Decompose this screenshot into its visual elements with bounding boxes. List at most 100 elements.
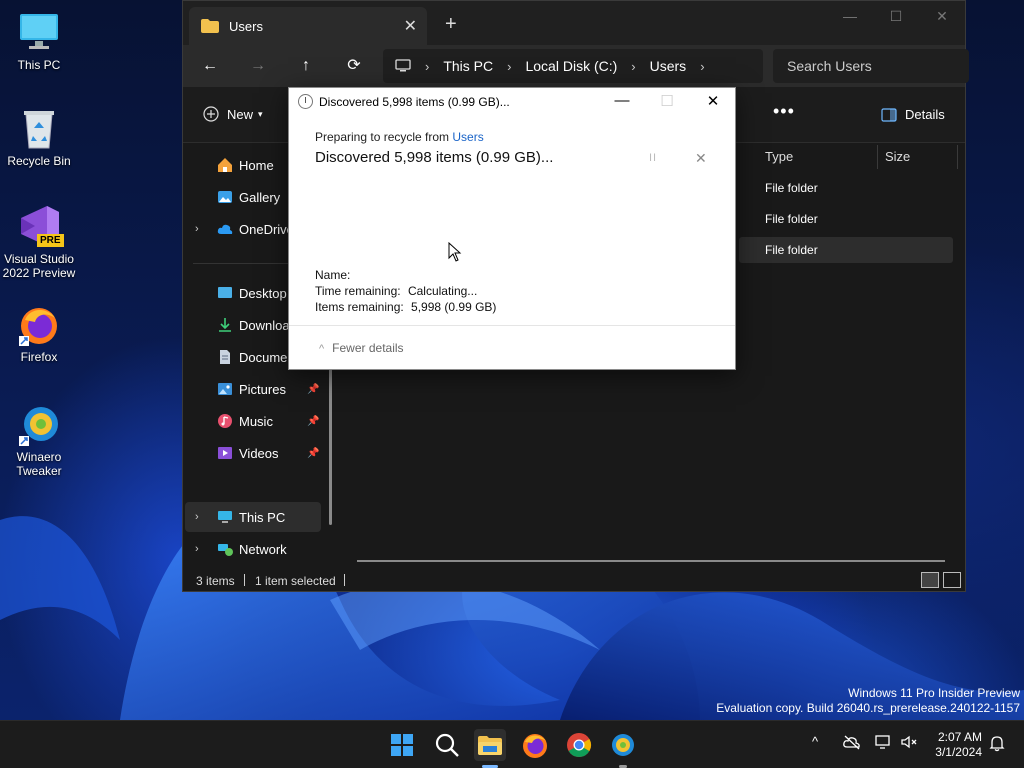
plus-circle-icon [203, 106, 219, 122]
taskbar-chrome[interactable] [563, 729, 595, 761]
more-options-button[interactable]: ••• [773, 101, 795, 122]
new-tab-button[interactable]: + [445, 13, 457, 36]
maximize-button[interactable]: ☐ [873, 1, 919, 33]
desktop-icon-visual-studio[interactable]: PRE Visual Studio 2022 Preview [1, 204, 77, 280]
search-input[interactable]: Search Users [773, 49, 969, 83]
new-button-label: New [227, 106, 254, 122]
desktop-icon-recycle-bin[interactable]: Recycle Bin [1, 106, 77, 168]
tab-close-icon[interactable]: ✕ [404, 16, 417, 36]
chevron-right-icon[interactable]: › [195, 511, 199, 523]
details-view-icon[interactable] [921, 572, 939, 588]
start-button[interactable] [386, 729, 418, 761]
up-button[interactable]: ↑ [293, 53, 319, 79]
close-button[interactable]: ✕ [919, 1, 965, 33]
sidebar-item-pictures[interactable]: Pictures 📌 [185, 374, 321, 404]
search-button[interactable] [431, 729, 463, 761]
visual-studio-icon: PRE [17, 204, 64, 248]
mouse-cursor-icon [448, 242, 462, 262]
row-type: File folder [765, 181, 818, 195]
desktop-icon-winaero-tweaker[interactable]: Winaero Tweaker [1, 402, 77, 478]
network-icon [218, 544, 233, 556]
desktop-icon-this-pc[interactable]: This PC [1, 10, 77, 72]
dialog-close-button[interactable]: ✕ [698, 92, 728, 110]
breadcrumb-separator: › [425, 58, 430, 74]
firefox-icon [523, 734, 547, 758]
onedrive-offline-icon[interactable] [842, 734, 862, 754]
tab-users[interactable]: Users ✕ [189, 7, 427, 45]
column-header-size[interactable]: Size [885, 143, 910, 171]
sidebar-item-this-pc[interactable]: › This PC [185, 502, 321, 532]
folder-icon [201, 19, 219, 33]
breadcrumb-separator: › [507, 58, 512, 74]
home-icon [218, 158, 232, 172]
notification-bell-icon[interactable] [988, 734, 1006, 756]
details-pane-button[interactable]: Details [881, 107, 945, 122]
chevron-right-icon[interactable]: › [195, 223, 199, 235]
taskbar-firefox[interactable] [519, 729, 551, 761]
search-icon [435, 733, 459, 757]
breadcrumb-separator: › [700, 58, 705, 74]
dialog-maximize-button[interactable]: ☐ [652, 92, 682, 110]
desktop-folder-icon [218, 287, 232, 298]
monitor-icon [395, 59, 411, 72]
pin-icon: 📌 [307, 447, 320, 459]
column-header-type[interactable]: Type [765, 143, 793, 171]
dialog-minimize-button[interactable]: — [607, 92, 637, 109]
breadcrumb[interactable]: › This PC › Local Disk (C:) › Users › [383, 49, 763, 83]
chevron-up-icon: ^ [319, 343, 325, 355]
back-button[interactable]: ← [197, 53, 223, 79]
chevron-down-icon: ▾ [258, 108, 263, 119]
network-icon[interactable] [874, 734, 894, 754]
desktop-icon-firefox[interactable]: Firefox [1, 302, 77, 364]
source-folder-link[interactable]: Users [452, 130, 483, 144]
tab-label: Users [229, 18, 263, 34]
show-hidden-icons-button[interactable]: ^ [812, 734, 818, 749]
operation-description: Preparing to recycle from Users [315, 130, 484, 144]
monitor-icon [17, 10, 61, 54]
new-button[interactable]: New ▾ [203, 106, 263, 122]
horizontal-scrollbar[interactable] [357, 560, 945, 562]
window-controls: — ☐ ✕ [827, 1, 965, 33]
table-row[interactable]: File folder [739, 237, 953, 263]
time-remaining-value: Calculating... [407, 284, 478, 298]
sidebar-item-label: Network [239, 541, 287, 557]
breadcrumb-local-disk[interactable]: Local Disk (C:) [525, 58, 617, 74]
fewer-details-button[interactable]: ^ Fewer details [319, 341, 404, 355]
pin-icon: 📌 [307, 383, 320, 395]
pause-button[interactable]: II [649, 152, 657, 164]
clock[interactable]: 2:07 AM 3/1/2024 [928, 730, 982, 760]
volume-muted-icon[interactable] [900, 734, 920, 754]
time-remaining-label: Time remaining: [315, 284, 401, 298]
table-row[interactable]: File folder [739, 175, 953, 201]
document-icon [220, 350, 230, 364]
refresh-button[interactable]: ⟳ [341, 53, 367, 79]
chevron-right-icon[interactable]: › [195, 543, 199, 555]
windows-logo-icon [391, 734, 413, 756]
taskbar-winaero-tweaker[interactable] [607, 729, 639, 761]
dialog-title: Discovered 5,998 items (0.99 GB)... [319, 95, 510, 109]
cloud-icon [217, 224, 233, 234]
status-divider [244, 574, 245, 586]
sidebar-item-network[interactable]: › Network [185, 534, 321, 564]
forward-button[interactable]: → [245, 53, 271, 79]
sidebar-item-videos[interactable]: Videos 📌 [185, 438, 321, 468]
cancel-operation-button[interactable]: ✕ [695, 150, 707, 167]
clock-time: 2:07 AM [937, 730, 982, 744]
firefox-icon [17, 302, 61, 346]
minimize-button[interactable]: — [827, 1, 873, 33]
sidebar-item-music[interactable]: Music 📌 [185, 406, 321, 436]
time-remaining-row: Time remaining: Calculating... [315, 284, 477, 298]
status-bar: 3 items 1 item selected [183, 567, 965, 593]
taskbar-file-explorer[interactable] [474, 729, 506, 761]
watermark-edition: Windows 11 Pro Insider Preview [848, 686, 1020, 700]
breadcrumb-this-pc[interactable]: This PC [443, 58, 493, 74]
breadcrumb-users[interactable]: Users [650, 58, 687, 74]
tiles-view-icon[interactable] [943, 572, 961, 588]
table-row[interactable]: File folder [739, 206, 953, 232]
item-count: 3 items [196, 574, 235, 588]
operation-status: Discovered 5,998 items (0.99 GB)... [315, 149, 554, 166]
row-type: File folder [765, 243, 818, 257]
winaero-tweaker-icon [612, 734, 634, 756]
evaluation-watermark: Windows 11 Pro Insider Preview Evaluatio… [716, 686, 1020, 716]
name-row: Name: [315, 268, 350, 282]
